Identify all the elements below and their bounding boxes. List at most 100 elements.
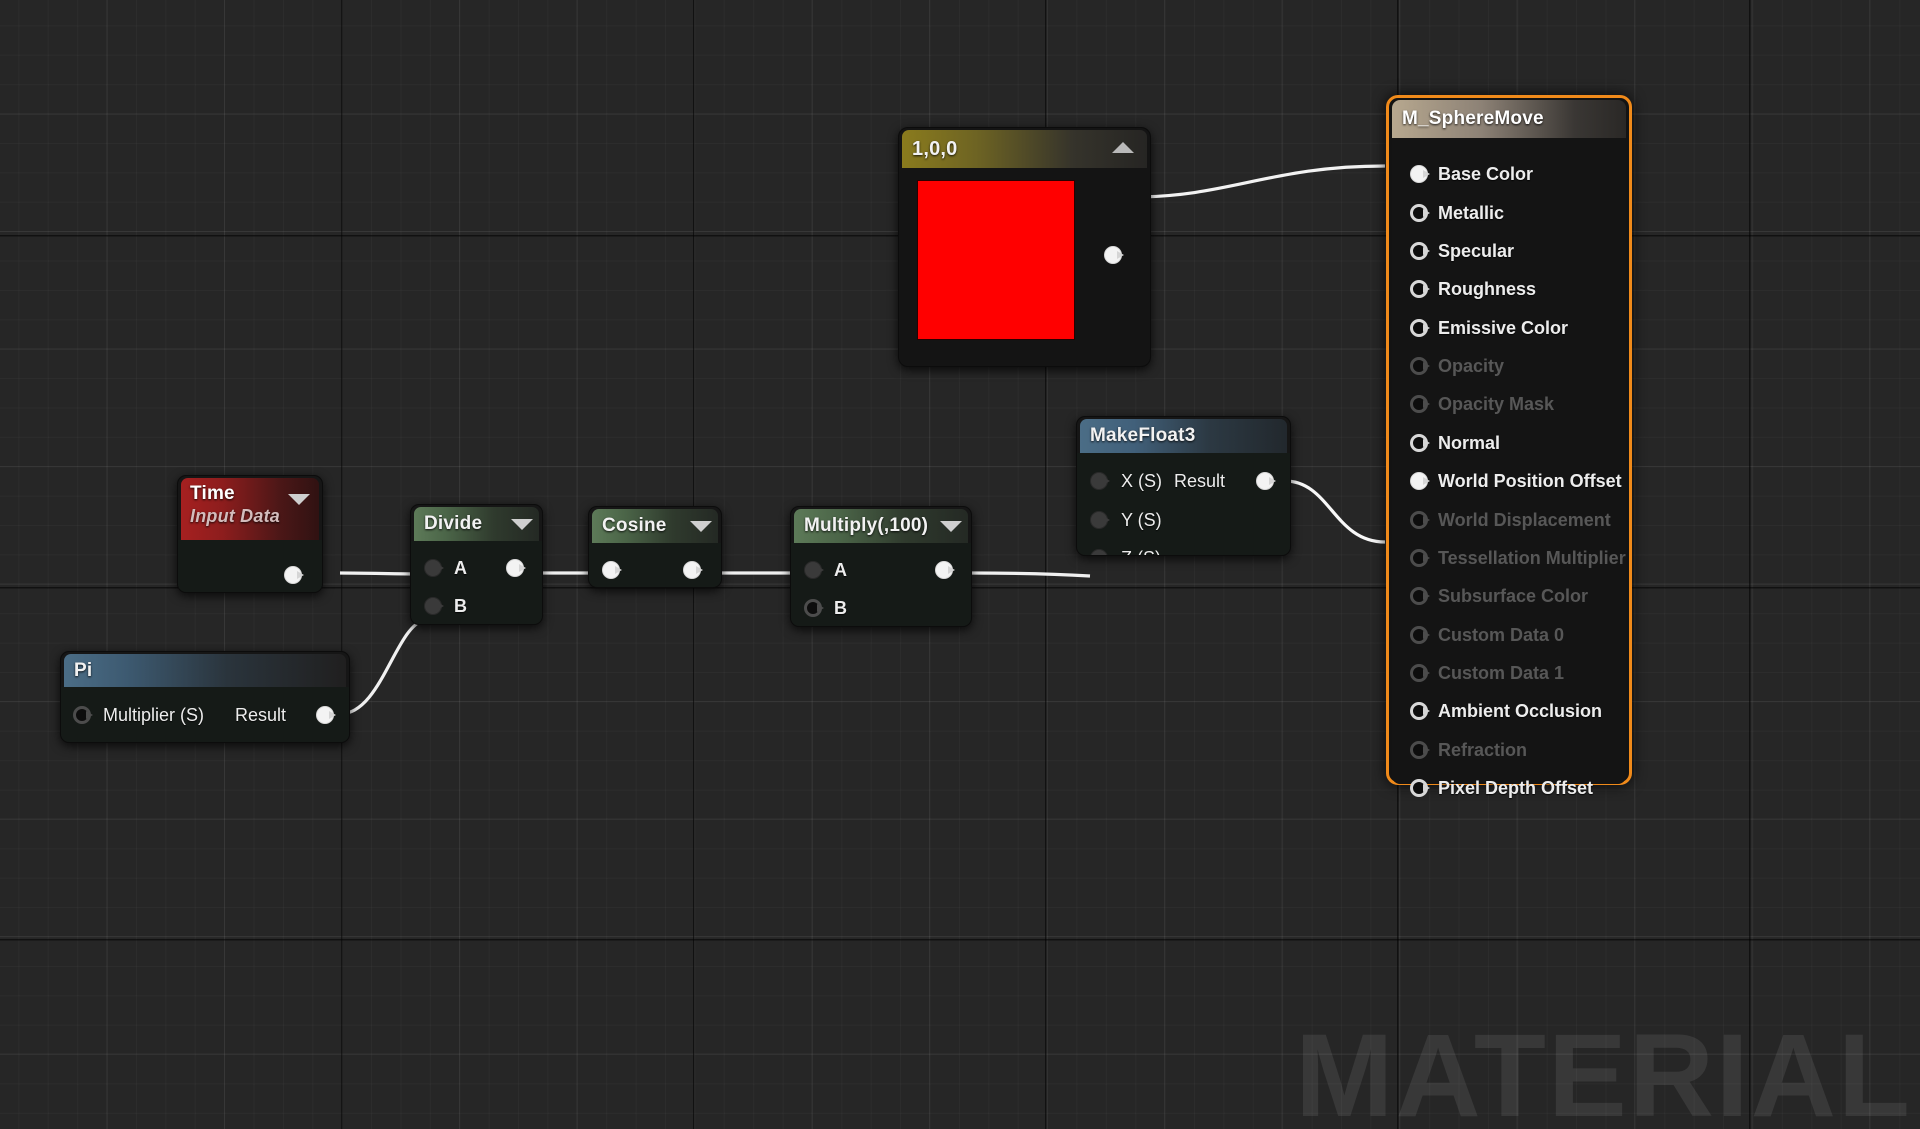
material-input-roughness[interactable]: Roughness (1392, 271, 1626, 309)
color-node-body (899, 168, 1150, 364)
pin-makefloat3-result[interactable] (1256, 472, 1276, 492)
pi-node-body: Multiplier (S) Result (61, 687, 349, 742)
material-input-label: Opacity Mask (1438, 394, 1555, 414)
material-watermark: MATERIAL (1295, 1010, 1912, 1129)
material-graph-canvas[interactable]: MATERIAL M_SphereMove Base Color Metalli… (0, 0, 1920, 1129)
material-input-pixel-depth-offset[interactable]: Pixel Depth Offset (1392, 770, 1626, 808)
pin-divide-output[interactable] (506, 559, 526, 579)
caret-down-icon[interactable] (511, 519, 533, 530)
material-input-label: Ambient Occlusion (1438, 701, 1603, 721)
pin-divide-b[interactable] (424, 597, 444, 617)
cosine-node[interactable]: Cosine (588, 506, 722, 588)
caret-down-icon[interactable] (690, 521, 712, 532)
caret-down-icon[interactable] (940, 521, 962, 532)
pin-pi-multiplier[interactable] (73, 706, 93, 726)
material-node-title: M_SphereMove (1392, 100, 1626, 138)
divide-node-body: A B (411, 541, 542, 624)
material-input-world-position-offset[interactable]: World Position Offset (1392, 463, 1626, 501)
material-input-label: Roughness (1438, 279, 1537, 299)
time-node-subtitle: Input Data (190, 506, 280, 526)
makefloat3-node[interactable]: MakeFloat3 X (S) Result Y (S) Z (S) (1076, 416, 1291, 556)
pin-pi-result[interactable] (316, 706, 336, 726)
material-input-world-displacement: World Displacement (1392, 502, 1626, 540)
pin-world-position-offset[interactable] (1410, 472, 1430, 492)
pi-input-label: Multiplier (S) (103, 705, 205, 725)
pin-subsurface-color (1410, 587, 1430, 607)
pi-node-title: Pi (64, 654, 346, 687)
pi-node[interactable]: Pi Multiplier (S) Result (60, 651, 350, 743)
material-input-custom-data-1: Custom Data 1 (1392, 655, 1626, 693)
divide-input-label-b: B (454, 596, 467, 616)
pin-emissive-color[interactable] (1410, 319, 1430, 339)
pin-makefloat3-y[interactable] (1090, 511, 1110, 531)
pin-divide-a[interactable] (424, 559, 444, 579)
divide-node[interactable]: Divide A B (410, 504, 543, 625)
wire-makefloat3-to-wpo (1284, 479, 1386, 544)
material-input-label: Custom Data 1 (1438, 663, 1565, 683)
material-input-custom-data-0: Custom Data 0 (1392, 617, 1626, 655)
makefloat3-input-label-y: Y (S) (1121, 510, 1162, 530)
makefloat3-input-label-x: X (S) (1121, 471, 1163, 491)
material-input-label: Tessellation Multiplier (1438, 548, 1626, 568)
pin-custom-data-1 (1410, 664, 1430, 684)
material-input-emissive-color[interactable]: Emissive Color (1392, 310, 1626, 348)
pin-base-color[interactable] (1410, 165, 1430, 185)
time-node[interactable]: Time Input Data (177, 475, 323, 593)
material-input-label: Refraction (1438, 740, 1528, 760)
divide-input-label-a: A (454, 558, 467, 578)
caret-down-icon[interactable] (288, 494, 310, 505)
material-input-label: Opacity (1438, 356, 1505, 376)
material-input-metallic[interactable]: Metallic (1392, 195, 1626, 233)
pin-time-output[interactable] (284, 566, 304, 586)
material-input-label: Custom Data 0 (1438, 625, 1565, 645)
pin-cosine-input[interactable] (602, 561, 622, 581)
color-node-title: 1,0,0 (902, 130, 1147, 168)
material-input-normal[interactable]: Normal (1392, 425, 1626, 463)
material-input-label: Pixel Depth Offset (1438, 778, 1594, 798)
multiply-input-label-b: B (834, 598, 847, 618)
pin-ambient-occlusion[interactable] (1410, 702, 1430, 722)
pin-tessellation-multiplier (1410, 549, 1430, 569)
time-node-header: Time Input Data (181, 478, 319, 540)
color-swatch[interactable] (917, 180, 1075, 340)
pin-multiply-output[interactable] (935, 561, 955, 581)
constant3vector-node[interactable]: 1,0,0 (898, 127, 1151, 367)
pin-specular[interactable] (1410, 242, 1430, 262)
makefloat3-output-label: Result (1174, 471, 1226, 491)
pin-pixel-depth-offset[interactable] (1410, 779, 1430, 799)
wire-color-to-basecolor (1132, 164, 1386, 199)
pin-makefloat3-z[interactable] (1090, 549, 1110, 555)
makefloat3-body: X (S) Result Y (S) Z (S) (1077, 453, 1290, 555)
caret-up-icon[interactable] (1112, 142, 1134, 153)
pin-cosine-output[interactable] (683, 561, 703, 581)
cosine-node-body (589, 543, 721, 587)
multiply-node[interactable]: Multiply(,100) A B (790, 506, 972, 627)
pin-metallic[interactable] (1410, 204, 1430, 224)
pin-roughness[interactable] (1410, 280, 1430, 300)
pin-makefloat3-x[interactable] (1090, 472, 1110, 492)
wire-pi-to-divide-b (339, 618, 425, 716)
material-input-subsurface-color: Subsurface Color (1392, 578, 1626, 616)
material-input-label: Normal (1438, 433, 1501, 453)
pin-normal[interactable] (1410, 434, 1430, 454)
material-input-tessellation-multiplier: Tessellation Multiplier (1392, 540, 1626, 578)
pin-multiply-a[interactable] (804, 561, 824, 581)
makefloat3-title: MakeFloat3 (1080, 419, 1287, 453)
wire-multiply-to-makefloat3 (969, 571, 1091, 578)
material-node-inputs: Base Color Metallic Specular Roughness E… (1392, 138, 1626, 798)
material-output-node[interactable]: M_SphereMove Base Color Metallic Specula… (1386, 95, 1632, 798)
material-input-specular[interactable]: Specular (1392, 233, 1626, 271)
material-input-label: Emissive Color (1438, 318, 1569, 338)
material-input-opacity-mask: Opacity Mask (1392, 386, 1626, 424)
pin-custom-data-0 (1410, 626, 1430, 646)
material-input-base-color[interactable]: Base Color (1392, 156, 1626, 194)
material-input-label: Subsurface Color (1438, 586, 1589, 606)
material-input-refraction: Refraction (1392, 732, 1626, 770)
multiply-input-label-a: A (834, 560, 847, 580)
makefloat3-input-label-z: Z (S) (1121, 548, 1161, 555)
pin-world-displacement (1410, 511, 1430, 531)
material-input-label: World Displacement (1438, 510, 1611, 530)
material-input-ambient-occlusion[interactable]: Ambient Occlusion (1392, 693, 1626, 731)
pin-color-output[interactable] (1104, 246, 1124, 266)
pin-multiply-b[interactable] (804, 599, 824, 619)
